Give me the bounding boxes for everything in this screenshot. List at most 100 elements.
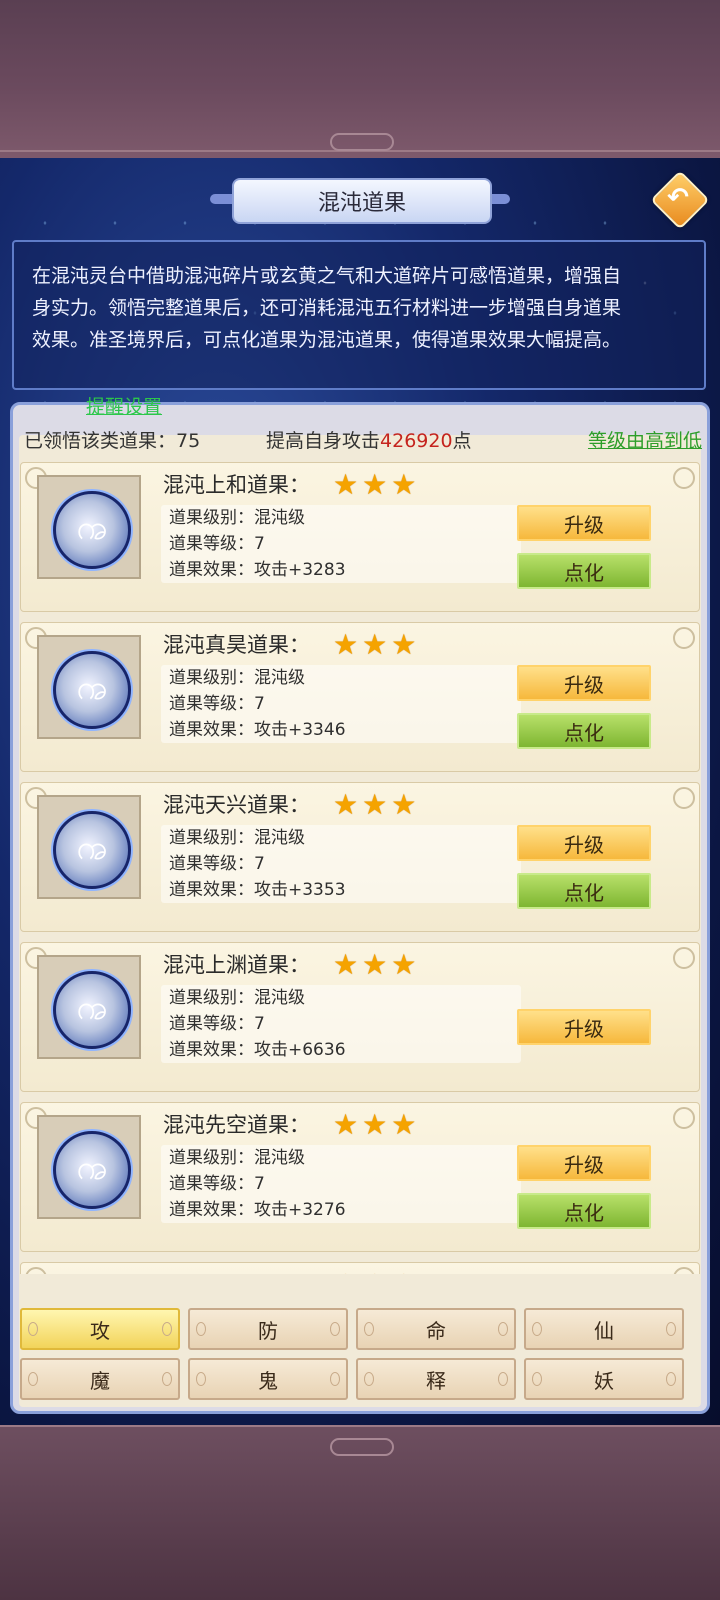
star-icon: ★	[391, 948, 417, 981]
fruit-name: 混沌上和道果：	[163, 473, 310, 497]
chaos-orb-icon: ꩠ	[53, 811, 131, 889]
category-tab[interactable]: 释	[356, 1358, 516, 1400]
dianhua-button[interactable]: 点化	[517, 873, 651, 909]
fruit-rank: 道果级别：混沌级	[169, 828, 305, 848]
card-corner-ornament	[673, 467, 695, 489]
chaos-orb-icon: ꩠ	[53, 1131, 131, 1209]
fruit-level: 道果等级：7	[169, 1174, 265, 1194]
category-tab-label: 魔	[90, 1368, 110, 1393]
fruit-name: 混沌上渊道果：	[163, 953, 310, 977]
category-tab[interactable]: 命	[356, 1308, 516, 1350]
star-icon: ★	[391, 1108, 417, 1141]
star-icon: ★	[333, 628, 359, 661]
tab-ornament	[196, 1322, 206, 1336]
star-icon: ★	[362, 788, 388, 821]
title-banner: 混沌道果	[210, 178, 510, 224]
swirl-icon: ꩠ	[76, 1147, 108, 1188]
category-tab-label: 攻	[90, 1318, 110, 1343]
star-icon: ★	[391, 468, 417, 501]
fruit-icon-frame[interactable]: ꩠ	[37, 955, 141, 1059]
fruit-list[interactable]: ꩠ 混沌上和道果： ★ ★ ★ 道果级别：混沌级 道果等级：7 道果效果：攻击+3283 升级点…	[20, 462, 700, 1274]
fruit-effect: 道果效果：攻击+3353	[169, 880, 346, 900]
fruit-icon-frame[interactable]: ꩠ	[37, 635, 141, 739]
star-rating: ★★★	[333, 1111, 416, 1139]
fruit-icon-frame[interactable]: ꩠ	[37, 1115, 141, 1219]
category-tab-label: 防	[258, 1318, 278, 1343]
fruit-info: 道果级别：混沌级 道果等级：7 道果效果：攻击+6636	[161, 985, 521, 1063]
attack-bonus-suffix: 点	[452, 430, 472, 452]
category-tab[interactable]: 防	[188, 1308, 348, 1350]
card-corner-ornament	[25, 1267, 47, 1274]
fruit-rank: 道果级别：混沌级	[169, 668, 305, 688]
attack-bonus: 提高自身攻击426920点	[266, 426, 472, 453]
sort-order-link[interactable]: 等级由高到低	[588, 426, 702, 453]
star-icon: ★	[333, 468, 359, 501]
star-icon: ★	[391, 788, 417, 821]
bottom-divider	[0, 1425, 720, 1427]
fruit-icon-frame[interactable]: ꩠ	[37, 795, 141, 899]
card-corner-ornament	[673, 1267, 695, 1274]
fruit-level: 道果等级：7	[169, 694, 265, 714]
tab-ornament	[498, 1322, 508, 1336]
fruit-name: 混沌先空道果：	[163, 1113, 310, 1137]
description-line: 效果。准圣境界后，可点化道果为混沌道果，使得道果效果大幅提高。	[32, 329, 622, 351]
star-icon: ★	[391, 628, 417, 661]
upgrade-button[interactable]: 升级	[517, 505, 651, 541]
fruit-info: 道果级别：混沌级 道果等级：7 道果效果：攻击+3276	[161, 1145, 521, 1223]
star-icon: ★	[333, 948, 359, 981]
category-tab[interactable]: 仙	[524, 1308, 684, 1350]
star-icon: ★	[333, 788, 359, 821]
star-icon: ★	[362, 1271, 387, 1275]
attack-bonus-prefix: 提高自身攻击	[266, 430, 381, 452]
chaos-orb-icon: ꩠ	[53, 971, 131, 1049]
star-rating: ★★★	[333, 951, 416, 979]
swirl-icon: ꩠ	[76, 667, 108, 708]
star-icon: ★	[362, 1108, 388, 1141]
category-tab-label: 妖	[594, 1368, 614, 1393]
chaos-orb-icon: ꩠ	[53, 491, 131, 569]
top-ornament	[330, 133, 394, 151]
back-button[interactable]: ↶	[650, 170, 710, 230]
fruit-icon-frame[interactable]: ꩠ	[37, 475, 141, 579]
back-arrow-icon: ↶	[667, 183, 689, 213]
fruit-info: 道果级别：混沌级 道果等级：7 道果效果：攻击+3283	[161, 505, 521, 583]
fruit-info: 道果级别：混沌级 道果等级：7 道果效果：攻击+3353	[161, 825, 521, 903]
category-tab[interactable]: 攻	[20, 1308, 180, 1350]
swirl-icon: ꩠ	[76, 827, 108, 868]
tab-ornament	[666, 1322, 676, 1336]
fruit-level: 道果等级：7	[169, 854, 265, 874]
fruit-name: 混沌真昊道果：	[163, 633, 310, 657]
description-box: 在混沌灵台中借助混沌碎片或玄黄之气和大道碎片可感悟道果，增强自 身实力。领悟完整…	[12, 240, 706, 390]
fruit-level: 道果等级：7	[169, 1014, 265, 1034]
star-rating: ★★★	[333, 631, 416, 659]
star-icon: ★	[362, 468, 388, 501]
fruit-effect: 道果效果：攻击+3346	[169, 720, 346, 740]
fruit-rank: 道果级别：混沌级	[169, 988, 305, 1008]
upgrade-button[interactable]: 升级	[517, 665, 651, 701]
tab-ornament	[498, 1372, 508, 1386]
dianhua-button[interactable]: 点化	[517, 713, 651, 749]
comprehended-count: 已领悟该类道果：75	[24, 430, 201, 452]
fruit-card: ꩠ 混沌真昊道果： ★ ★ ★ 道果级别：混沌级 道果等级：7 道果效果：攻击+3346 升级点…	[20, 622, 700, 772]
upgrade-button[interactable]: 升级	[517, 825, 651, 861]
category-tab[interactable]: 魔	[20, 1358, 180, 1400]
tab-ornament	[364, 1322, 374, 1336]
fruit-rank: 道果级别：混沌级	[169, 508, 305, 528]
tab-ornament	[196, 1372, 206, 1386]
category-tab[interactable]: 妖	[524, 1358, 684, 1400]
category-tab[interactable]: 鬼	[188, 1358, 348, 1400]
upgrade-button[interactable]: 升级	[517, 1009, 651, 1045]
star-rating: ★★★	[333, 1271, 416, 1275]
upgrade-button[interactable]: 升级	[517, 1145, 651, 1181]
dianhua-button[interactable]: 点化	[517, 553, 651, 589]
category-tab-label: 鬼	[258, 1368, 278, 1393]
star-rating: ★★★	[333, 791, 416, 819]
description-line: 身实力。领悟完整道果后，还可消耗混沌五行材料进一步增强自身道果	[32, 297, 622, 319]
chaos-orb-icon: ꩠ	[53, 651, 131, 729]
tab-ornament	[532, 1372, 542, 1386]
swirl-icon: ꩠ	[76, 507, 108, 548]
fruit-rank: 道果级别：混沌级	[169, 1148, 305, 1168]
fruit-card: ꩠ 混沌天兴道果： ★ ★ ★ 道果级别：混沌级 道果等级：7 道果效果：攻击+3353 升级点…	[20, 782, 700, 932]
reminder-settings-link[interactable]: 提醒设置	[86, 392, 162, 419]
dianhua-button[interactable]: 点化	[517, 1193, 651, 1229]
